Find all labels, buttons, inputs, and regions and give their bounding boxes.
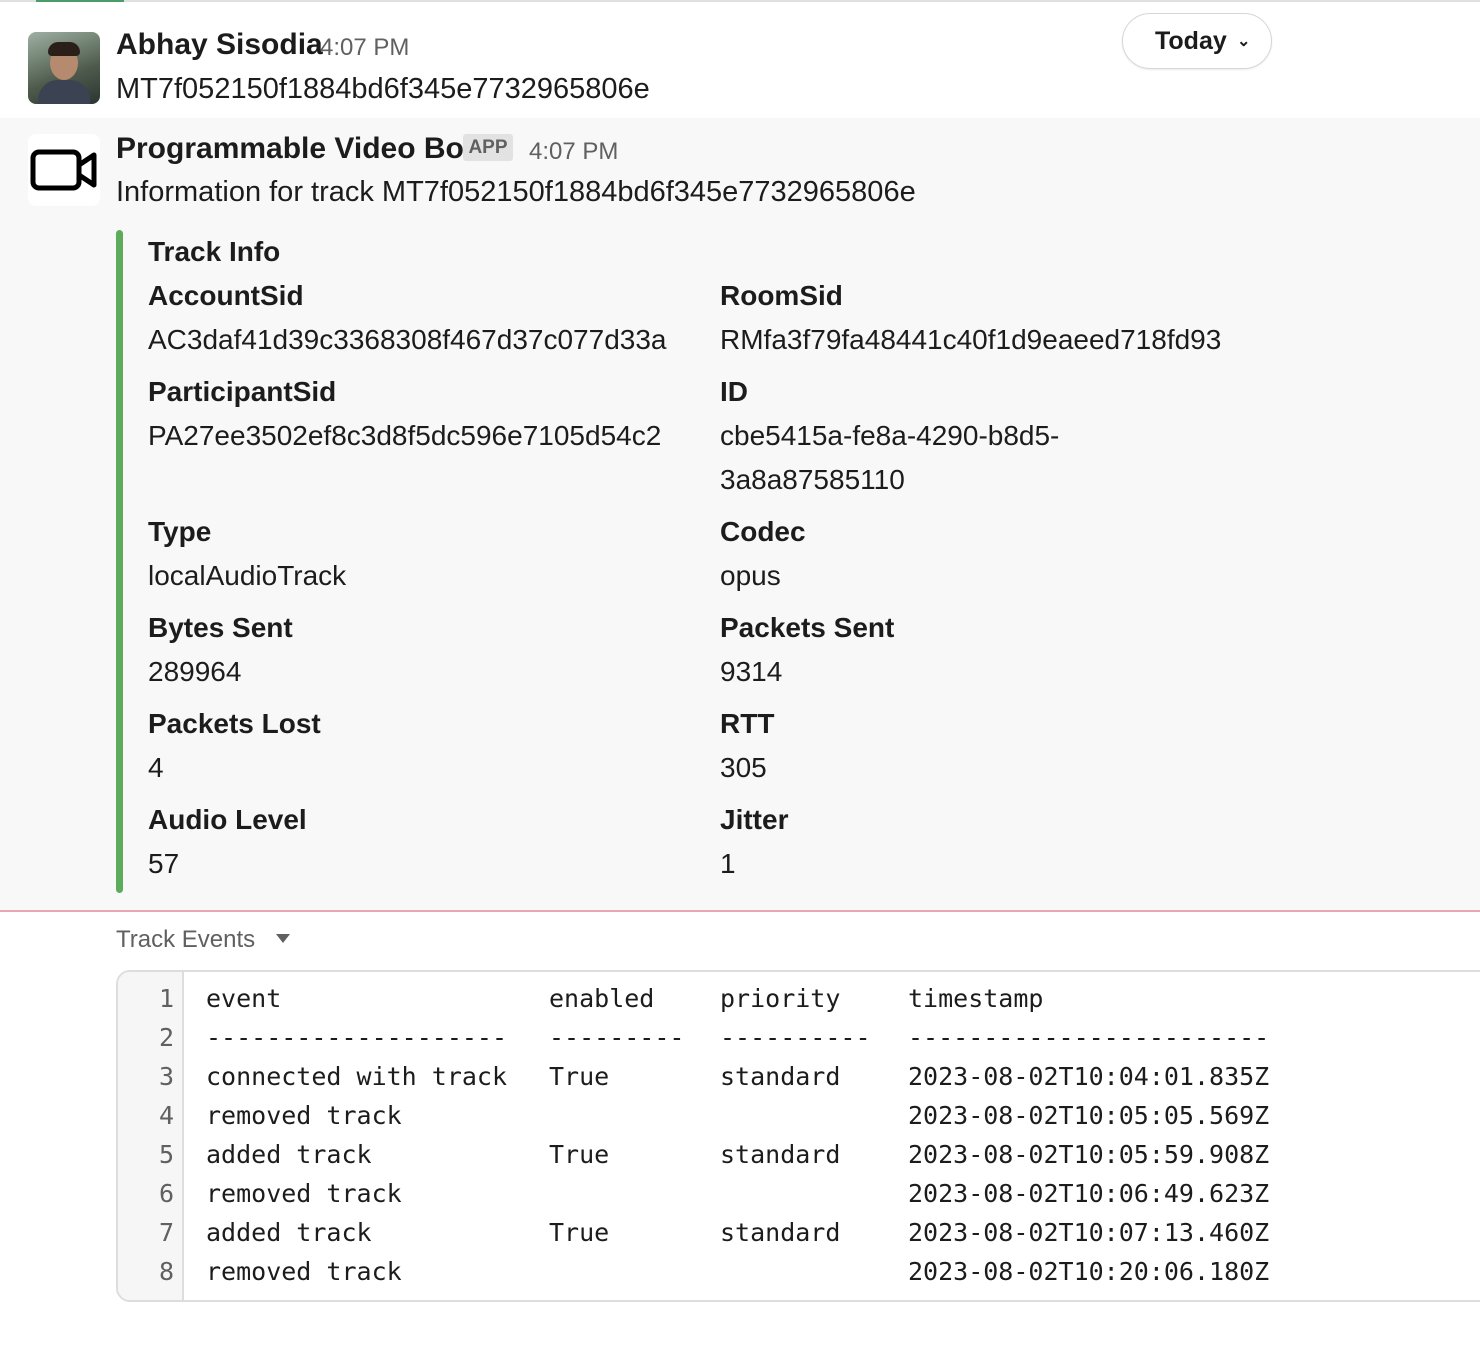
field-title: Packets Lost [148, 708, 321, 739]
code-cell: ---------- [720, 1023, 871, 1052]
line-number: 1 [158, 984, 174, 1013]
field-title: AccountSid [148, 280, 304, 311]
code-snippet[interactable]: 1 2 3 4 5 6 7 8 event enabled priority t… [116, 970, 1480, 1302]
code-cell: added track [206, 1218, 372, 1247]
code-cell: 2023-08-02T10:07:13.460Z [908, 1218, 1270, 1247]
field-title: Jitter [720, 804, 789, 835]
track-info-attachment: Track Info AccountSid AC3daf41d39c336830… [116, 230, 1416, 893]
chevron-down-icon: ⌄ [1237, 33, 1251, 50]
field-value: RMfa3f79fa48441c40f1d9eaeed718fd93 [720, 324, 1222, 355]
line-number: 7 [158, 1218, 174, 1247]
attachment-title: Track Info [148, 236, 281, 267]
code-cell: priority [720, 984, 841, 1013]
field-title: RTT [720, 708, 775, 739]
code-cell: True [549, 1218, 610, 1247]
line-number: 5 [158, 1140, 174, 1169]
field-title: Bytes Sent [148, 612, 293, 643]
author-name[interactable]: Abhay Sisodia [116, 28, 323, 62]
code-cell: removed track [206, 1179, 402, 1208]
line-number-gutter: 1 2 3 4 5 6 7 8 [118, 972, 184, 1300]
field-title: ParticipantSid [148, 376, 337, 407]
code-cell: added track [206, 1140, 372, 1169]
line-number: 3 [158, 1062, 174, 1091]
line-number: 4 [158, 1101, 174, 1130]
field-value: 289964 [148, 656, 242, 687]
code-cell: timestamp [908, 984, 1044, 1013]
code-cell: 2023-08-02T10:05:59.908Z [908, 1140, 1270, 1169]
code-cell: True [549, 1062, 610, 1091]
caret-down-icon[interactable] [276, 934, 290, 943]
field-value: 3a8a87585110 [720, 464, 905, 495]
code-cell: 2023-08-02T10:06:49.623Z [908, 1179, 1270, 1208]
line-number: 2 [158, 1023, 174, 1052]
code-cell: standard [720, 1062, 841, 1091]
field-value: 1 [720, 848, 736, 879]
code-cell: removed track [206, 1257, 402, 1286]
code-cell: removed track [206, 1101, 402, 1130]
code-cell: 2023-08-02T10:20:06.180Z [908, 1257, 1270, 1286]
field-value: 4 [148, 752, 164, 783]
code-cell: -------------------- [206, 1023, 508, 1052]
field-value: 9314 [720, 656, 783, 687]
code-cell: connected with track [206, 1062, 508, 1091]
field-title: Codec [720, 516, 806, 547]
field-title: Packets Sent [720, 612, 895, 643]
field-value: 57 [148, 848, 180, 879]
message-bot[interactable]: Programmable Video Bot APP 4:07 PM Infor… [0, 118, 1480, 910]
code-cell: 2023-08-02T10:05:05.569Z [908, 1101, 1270, 1130]
avatar[interactable] [28, 32, 100, 104]
code-cell: 2023-08-02T10:04:01.835Z [908, 1062, 1270, 1091]
snippet-title[interactable]: Track Events [116, 926, 255, 954]
field-title: RoomSid [720, 280, 843, 311]
field-value: opus [720, 560, 781, 591]
field-title: Audio Level [148, 804, 307, 835]
message-time[interactable]: 4:07 PM [529, 138, 618, 166]
message-text: MT7f052150f1884bd6f345e7732965806e [116, 73, 650, 105]
code-cell: ------------------------ [908, 1023, 1270, 1052]
line-number: 6 [158, 1179, 174, 1208]
code-cell: enabled [549, 984, 655, 1013]
field-value: PA27ee3502ef8c3d8f5dc596e7105d54c2 [148, 420, 662, 451]
code-cell: standard [720, 1218, 841, 1247]
date-jump-label: Today [1155, 27, 1227, 55]
bot-avatar[interactable] [28, 134, 100, 206]
video-camera-icon [30, 149, 97, 191]
date-jump-button[interactable]: Today ⌄ [1122, 13, 1272, 69]
code-cell: standard [720, 1140, 841, 1169]
code-cell: event [206, 984, 282, 1013]
field-value: AC3daf41d39c3368308f467d37c077d33a [148, 324, 667, 355]
field-value: cbe5415a-fe8a-4290-b8d5- [720, 420, 1060, 451]
code-cell: True [549, 1140, 610, 1169]
app-badge: APP [463, 134, 513, 161]
new-messages-divider [0, 910, 1480, 912]
bot-name[interactable]: Programmable Video Bot [116, 132, 474, 166]
field-title: ID [720, 376, 748, 407]
message-text: Information for track MT7f052150f1884bd6… [116, 176, 916, 208]
field-value: localAudioTrack [148, 560, 347, 591]
line-number: 8 [158, 1257, 174, 1286]
attachment-accent-bar [116, 230, 123, 893]
field-value: 305 [720, 752, 767, 783]
field-title: Type [148, 516, 212, 547]
message-time[interactable]: 4:07 PM [320, 34, 409, 62]
code-cell: --------- [549, 1023, 685, 1052]
